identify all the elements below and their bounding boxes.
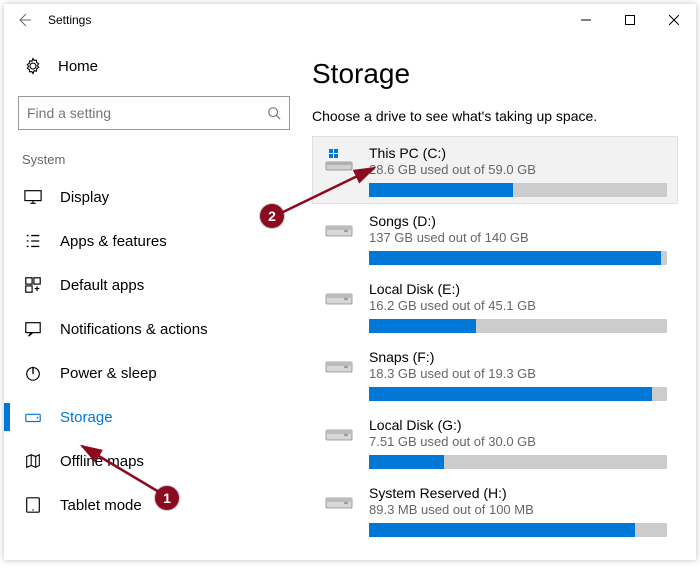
home-nav[interactable]: Home xyxy=(4,46,304,86)
drive-list: This PC (C:)28.6 GB used out of 59.0 GBS… xyxy=(312,136,678,544)
notifications-icon xyxy=(24,320,42,338)
close-button[interactable] xyxy=(652,4,696,36)
drive-name: Local Disk (E:) xyxy=(369,281,667,297)
drive-name: Snaps (F:) xyxy=(369,349,667,365)
drive-usage-text: 137 GB used out of 140 GB xyxy=(369,230,667,245)
os-drive-icon xyxy=(323,147,355,175)
window-controls xyxy=(564,4,696,36)
storage-icon xyxy=(24,408,42,426)
sidebar-item-label: Default apps xyxy=(60,277,144,294)
tablet-icon xyxy=(24,496,42,514)
search-box[interactable] xyxy=(18,96,290,130)
sidebar-item-default-apps[interactable]: Default apps xyxy=(4,263,304,307)
default-apps-icon xyxy=(24,276,42,294)
home-label: Home xyxy=(58,58,98,75)
page-title: Storage xyxy=(312,58,678,90)
sidebar-item-label: Storage xyxy=(60,409,113,426)
sidebar-item-power[interactable]: Power & sleep xyxy=(4,351,304,395)
hdd-icon xyxy=(323,487,355,515)
drive-usage-bar xyxy=(369,251,667,265)
drive-usage-text: 89.3 MB used out of 100 MB xyxy=(369,502,667,517)
sidebar-item-display[interactable]: Display xyxy=(4,175,304,219)
sidebar-item-notifications[interactable]: Notifications & actions xyxy=(4,307,304,351)
content-pane: Storage Choose a drive to see what's tak… xyxy=(304,36,696,560)
drive-row[interactable]: Snaps (F:)18.3 GB used out of 19.3 GB xyxy=(312,340,678,408)
sidebar-item-apps[interactable]: Apps & features xyxy=(4,219,304,263)
search-icon xyxy=(267,106,281,120)
sidebar-item-offline-maps[interactable]: Offline maps xyxy=(4,439,304,483)
sidebar-item-label: Power & sleep xyxy=(60,365,157,382)
search-input[interactable] xyxy=(27,105,267,121)
hdd-icon xyxy=(323,419,355,447)
sidebar-item-label: Offline maps xyxy=(60,453,144,470)
drive-usage-text: 16.2 GB used out of 45.1 GB xyxy=(369,298,667,313)
drive-name: System Reserved (H:) xyxy=(369,485,667,501)
gear-icon xyxy=(24,57,42,75)
window-title: Settings xyxy=(48,13,91,27)
sidebar-item-label: Notifications & actions xyxy=(60,321,208,338)
maximize-button[interactable] xyxy=(608,4,652,36)
drive-row[interactable]: System Reserved (H:)89.3 MB used out of … xyxy=(312,476,678,544)
drive-row[interactable]: Local Disk (E:)16.2 GB used out of 45.1 … xyxy=(312,272,678,340)
sidebar-item-tablet-mode[interactable]: Tablet mode xyxy=(4,483,304,527)
back-button[interactable] xyxy=(10,6,38,34)
power-icon xyxy=(24,364,42,382)
drive-usage-text: 7.51 GB used out of 30.0 GB xyxy=(369,434,667,449)
drive-name: This PC (C:) xyxy=(369,145,667,161)
sidebar-item-storage[interactable]: Storage xyxy=(4,395,304,439)
drive-name: Songs (D:) xyxy=(369,213,667,229)
drive-usage-bar xyxy=(369,455,667,469)
sidebar-item-label: Tablet mode xyxy=(60,497,142,514)
drive-usage-text: 18.3 GB used out of 19.3 GB xyxy=(369,366,667,381)
minimize-button[interactable] xyxy=(564,4,608,36)
sidebar-item-label: Display xyxy=(60,189,109,206)
drive-usage-bar xyxy=(369,387,667,401)
hdd-icon xyxy=(323,283,355,311)
hdd-icon xyxy=(323,351,355,379)
map-icon xyxy=(24,452,42,470)
sidebar: Home System Display Apps & features Defa… xyxy=(4,36,304,560)
list-icon xyxy=(24,232,42,250)
drive-row[interactable]: Songs (D:)137 GB used out of 140 GB xyxy=(312,204,678,272)
display-icon xyxy=(24,188,42,206)
drive-usage-bar xyxy=(369,183,667,197)
hdd-icon xyxy=(323,215,355,243)
drive-usage-text: 28.6 GB used out of 59.0 GB xyxy=(369,162,667,177)
drive-usage-bar xyxy=(369,319,667,333)
titlebar: Settings xyxy=(4,4,696,36)
drive-usage-bar xyxy=(369,523,667,537)
page-subtitle: Choose a drive to see what's taking up s… xyxy=(312,108,678,124)
drive-row[interactable]: This PC (C:)28.6 GB used out of 59.0 GB xyxy=(312,136,678,204)
drive-row[interactable]: Local Disk (G:)7.51 GB used out of 30.0 … xyxy=(312,408,678,476)
drive-name: Local Disk (G:) xyxy=(369,417,667,433)
sidebar-group-label: System xyxy=(4,138,304,175)
sidebar-item-label: Apps & features xyxy=(60,233,167,250)
